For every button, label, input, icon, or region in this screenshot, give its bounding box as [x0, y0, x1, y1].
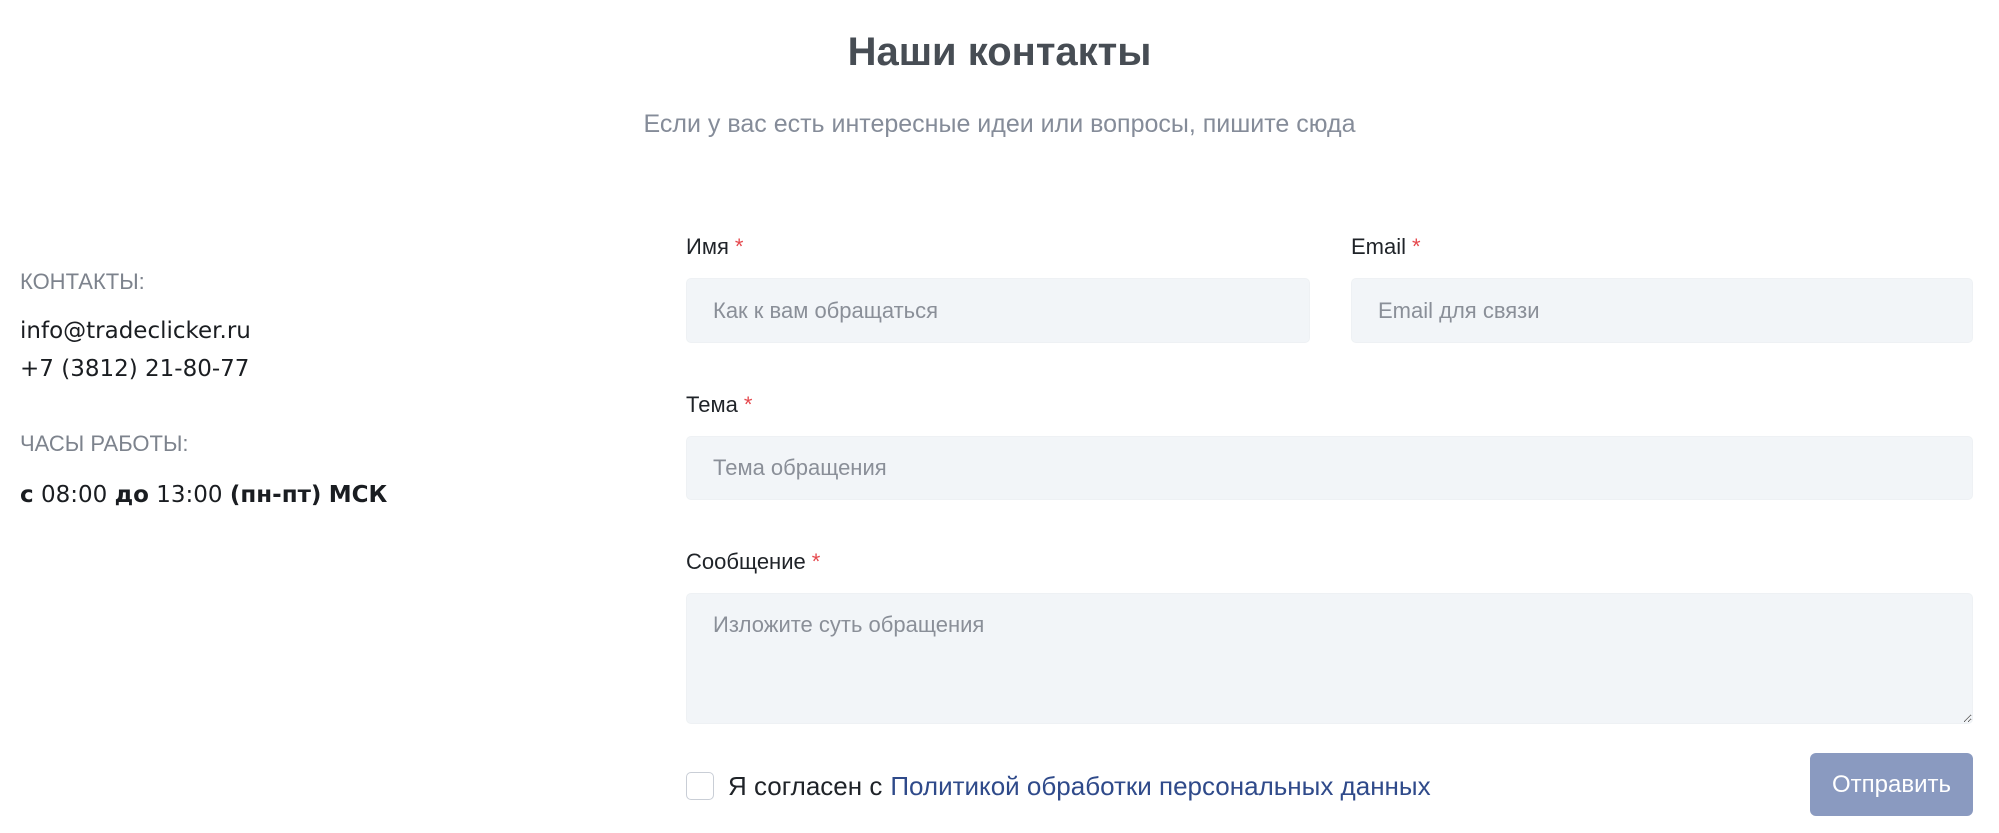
consent-row: Я согласен с Политикой обработки персона…: [686, 768, 1431, 804]
message-label-text: Сообщение: [686, 549, 806, 574]
name-required-mark: *: [734, 234, 744, 259]
page-title: Наши контакты: [847, 30, 1152, 74]
hours-from-time: 08:00: [40, 482, 108, 508]
message-label: Сообщение *: [686, 548, 820, 576]
hours-to-time: 13:00: [156, 482, 223, 508]
contact-lines: info@tradeclicker.ru +7 (3812) 21-80-77: [20, 312, 620, 388]
working-hours: с 08:00 до 13:00 (пн-пт) МСК: [20, 480, 620, 510]
contacts-page: Наши контакты Если у вас есть интересные…: [0, 0, 1999, 833]
contact-email[interactable]: info@tradeclicker.ru: [20, 312, 620, 350]
contact-phone[interactable]: +7 (3812) 21-80-77: [20, 350, 620, 388]
subject-label: Тема *: [686, 391, 752, 419]
message-textarea[interactable]: [686, 593, 1973, 724]
subject-required-mark: *: [743, 392, 753, 417]
message-required-mark: *: [811, 549, 821, 574]
name-label: Имя *: [686, 233, 743, 261]
hours-timezone: МСК: [328, 482, 388, 508]
contacts-panel: КОНТАКТЫ: info@tradeclicker.ru +7 (3812)…: [20, 268, 620, 510]
email-label-text: Email: [1351, 234, 1407, 259]
privacy-policy-link[interactable]: Политикой обработки персональных данных: [890, 771, 1430, 802]
email-required-mark: *: [1412, 234, 1421, 259]
consent-checkbox[interactable]: [686, 772, 714, 800]
email-input[interactable]: [1351, 278, 1973, 343]
hours-to-word: до: [114, 482, 149, 508]
name-input[interactable]: [686, 278, 1310, 343]
hours-days: (пн-пт): [229, 482, 322, 508]
submit-button[interactable]: Отправить: [1810, 753, 1973, 816]
hours-label: ЧАСЫ РАБОТЫ:: [20, 431, 189, 456]
email-label: Email *: [1351, 233, 1421, 261]
consent-text: Я согласен с: [728, 770, 883, 801]
page-subtitle: Если у вас есть интересные идеи или вопр…: [643, 110, 1356, 138]
subject-input[interactable]: [686, 436, 1973, 500]
name-label-text: Имя: [686, 234, 729, 259]
hours-from-word: с: [20, 482, 34, 508]
contacts-label: КОНТАКТЫ:: [20, 269, 145, 294]
subject-label-text: Тема: [686, 392, 738, 417]
